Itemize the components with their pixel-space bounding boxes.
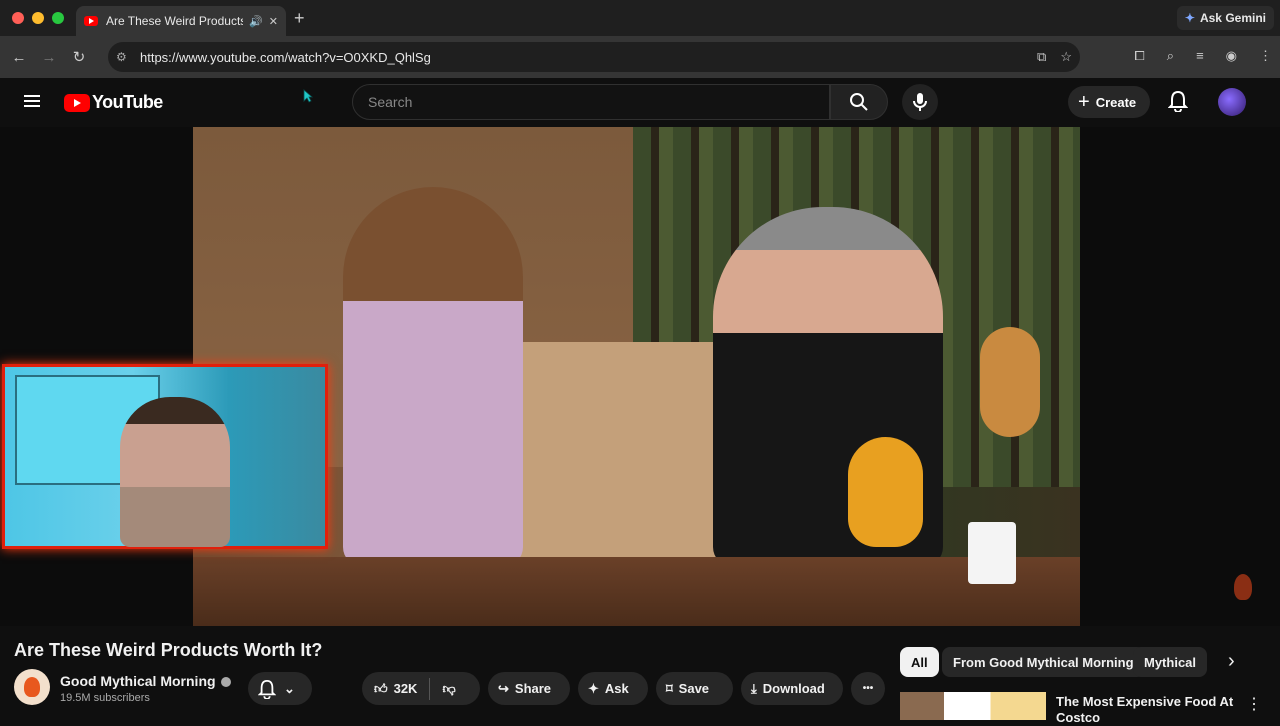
thumbs-up-icon: 👍︎ — [374, 680, 388, 696]
tab-title: Are These Weird Products — [106, 14, 244, 28]
browser-tab-bar: Are These Weird Products 🔊 ✕ + ✦ Ask Gem… — [0, 0, 1280, 36]
mouse-cursor-icon — [303, 89, 313, 103]
player-right-letterbox — [1080, 127, 1280, 626]
search-icon — [850, 93, 868, 111]
flame-logo-icon — [24, 677, 40, 697]
video-frame-mug — [968, 522, 1016, 584]
gemini-sparkle-icon: ✦ — [1184, 11, 1195, 25]
maximize-window-button[interactable] — [52, 12, 64, 24]
chip-from-channel[interactable]: From Good Mythical Morning — [942, 647, 1145, 677]
share-button[interactable]: ↪ Share — [488, 672, 570, 705]
chevron-down-icon: ⌄ — [284, 680, 295, 696]
like-count: 32K — [393, 681, 418, 696]
like-button[interactable]: 👍︎ 32K — [374, 681, 417, 697]
hamburger-menu-icon[interactable] — [24, 95, 40, 107]
verified-badge-icon — [220, 677, 231, 688]
channel-watermark-icon[interactable] — [1234, 574, 1252, 600]
youtube-logo-text: YouTube — [92, 92, 163, 112]
profile-icon[interactable]: ◉ — [1226, 48, 1237, 64]
video-frame-table — [193, 557, 1080, 626]
download-button[interactable]: ⤓ Download — [741, 672, 843, 705]
download-label: Download — [762, 681, 825, 696]
subscribe-notifications-button[interactable]: ⌄ — [248, 672, 312, 705]
youtube-play-icon — [64, 93, 90, 112]
like-divider — [429, 677, 431, 700]
voice-search-button[interactable] — [902, 84, 938, 120]
youtube-header: YouTube Search + Create — [0, 78, 1280, 126]
browser-menu-icon[interactable]: ⋮ — [1259, 48, 1272, 64]
video-frame-juice-jug — [848, 437, 923, 547]
account-avatar[interactable] — [1218, 88, 1246, 116]
create-label: Create — [1095, 94, 1137, 110]
sparkle-icon: ✦ — [588, 680, 599, 696]
bell-icon — [1168, 90, 1188, 112]
reload-icon[interactable]: ↻ — [68, 48, 90, 66]
more-horizontal-icon: ••• — [862, 683, 874, 694]
minimize-window-button[interactable] — [32, 12, 44, 24]
ask-gemini-button[interactable]: ✦ Ask Gemini — [1176, 6, 1274, 30]
youtube-logo[interactable]: YouTube — [64, 92, 163, 113]
close-window-button[interactable] — [12, 12, 24, 24]
window-controls — [12, 12, 64, 24]
dislike-button[interactable]: 👎︎ — [442, 681, 455, 697]
streamer-webcam-overlay — [2, 364, 328, 549]
browser-toolbar: ← → ↻ ⚙ https://www.youtube.com/watch?v=… — [0, 36, 1280, 78]
video-frame-guitar — [980, 327, 1040, 437]
address-bar[interactable]: ⚙ https://www.youtube.com/watch?v=O0XKD_… — [108, 42, 1080, 72]
browser-tab[interactable]: Are These Weird Products 🔊 ✕ — [76, 6, 286, 36]
install-app-icon[interactable]: ⧉ — [1037, 49, 1046, 65]
plus-icon: + — [1078, 90, 1090, 113]
speaker-icon[interactable]: 🔊 — [249, 15, 263, 28]
search-input[interactable]: Search — [352, 84, 830, 120]
chip-mythical[interactable]: Mythical — [1133, 647, 1208, 677]
save-label: Save — [678, 681, 710, 696]
search-button[interactable] — [830, 84, 888, 120]
chevron-right-icon[interactable]: › — [1228, 650, 1235, 673]
media-controls-icon[interactable]: ≡ — [1196, 48, 1204, 64]
channel-name-text: Good Mythical Morning — [60, 673, 216, 689]
ask-button[interactable]: ✦ Ask — [578, 672, 648, 705]
download-icon: ⤓ — [751, 680, 757, 696]
microphone-icon — [913, 93, 927, 111]
bookmark-icon: ⌑ — [666, 680, 673, 696]
lens-icon[interactable]: ⌕ — [1167, 48, 1174, 64]
chip-all[interactable]: All — [900, 647, 939, 677]
share-arrow-icon: ↪ — [498, 680, 509, 696]
video-frame-host-left — [343, 187, 523, 567]
forward-arrow-icon[interactable]: → — [38, 49, 60, 66]
create-button[interactable]: + Create — [1068, 86, 1151, 118]
ask-gemini-label: Ask Gemini — [1199, 11, 1266, 25]
more-actions-button[interactable]: ••• — [851, 672, 885, 705]
bookmark-star-icon[interactable]: ☆ — [1060, 49, 1072, 65]
close-tab-icon[interactable]: ✕ — [269, 15, 278, 28]
recommendation-title[interactable]: The Most Expensive Food At Costco — [1056, 694, 1236, 726]
back-arrow-icon[interactable]: ← — [8, 49, 30, 66]
video-title: Are These Weird Products Worth It? — [14, 640, 323, 660]
notifications-button[interactable] — [1168, 90, 1188, 112]
ask-label: Ask — [604, 681, 629, 696]
subscriber-count: 19.5M subscribers — [60, 692, 150, 704]
url-text: https://www.youtube.com/watch?v=O0XKD_Qh… — [140, 49, 431, 65]
thumbs-down-icon: 👎︎ — [442, 680, 456, 696]
extensions-icon[interactable]: ⧠ — [1134, 48, 1144, 64]
channel-name[interactable]: Good Mythical Morning — [60, 673, 231, 689]
youtube-favicon-icon — [84, 16, 98, 26]
webcam-streamer — [120, 397, 230, 547]
like-dislike-group: 👍︎ 32K 👎︎ — [362, 672, 480, 705]
new-tab-button[interactable]: + — [294, 8, 305, 29]
save-button[interactable]: ⌑ Save — [656, 672, 733, 705]
bell-icon — [258, 679, 276, 699]
recommendation-thumbnail[interactable] — [900, 692, 1046, 720]
channel-avatar[interactable] — [14, 669, 50, 705]
share-label: Share — [514, 681, 552, 696]
site-settings-icon[interactable]: ⚙ — [116, 50, 136, 64]
recommendation-menu-icon[interactable]: ⋮ — [1246, 694, 1262, 714]
